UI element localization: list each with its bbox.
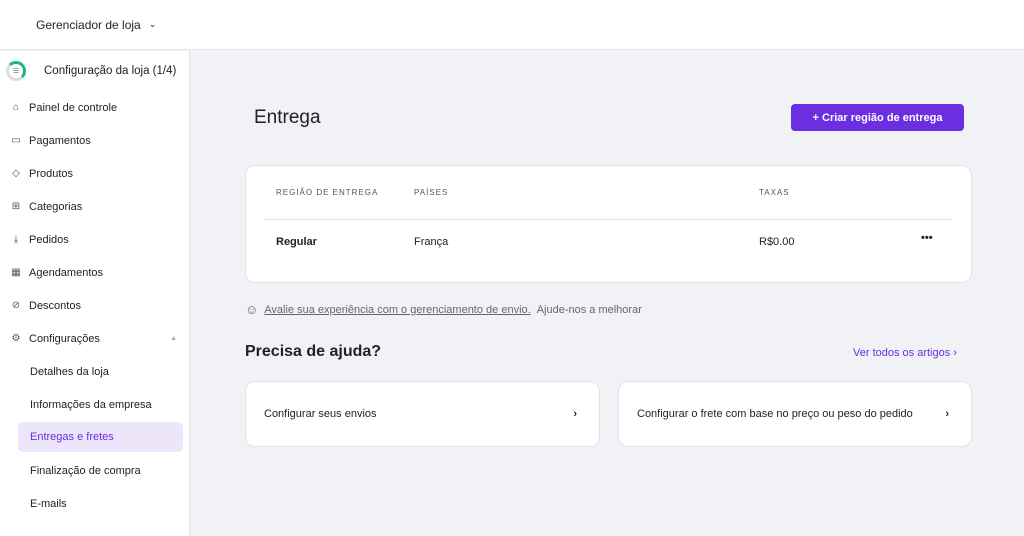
sidebar-item-products[interactable]: ◇ Produtos	[0, 157, 189, 190]
chevron-right-icon: ›	[953, 347, 957, 359]
help-card-shipping-by-price-weight[interactable]: Configurar o frete com base no preço ou …	[618, 381, 972, 447]
help-title: Precisa de ajuda?	[245, 343, 382, 360]
setup-label: Configuração da loja (1/4)	[44, 65, 177, 77]
sidebar-item-discounts[interactable]: ⊘ Descontos	[0, 289, 189, 322]
home-icon: ⌂	[12, 102, 20, 113]
card-icon: ▭	[11, 135, 21, 146]
sidebar-item-categories[interactable]: ⊞ Categorias	[0, 190, 189, 223]
sidebar-item-dashboard[interactable]: ⌂ Painel de controle	[0, 91, 189, 124]
store-setup-progress[interactable]: ☰ Configuração da loja (1/4)	[0, 51, 189, 91]
help-card-label: Configurar seus envios	[264, 408, 377, 420]
sidebar-subitem-emails[interactable]: E-mails	[0, 487, 189, 520]
chevron-right-icon: ›	[573, 408, 577, 420]
feedback-link[interactable]: Avalie sua experiência com o gerenciamen…	[264, 304, 530, 316]
help-card-configure-shipping[interactable]: Configurar seus envios ›	[245, 381, 600, 447]
page-title: Entrega	[254, 107, 321, 128]
tag-icon: ◇	[12, 168, 20, 179]
gear-icon: ⚙	[11, 333, 21, 344]
sidebar: ☰ Configuração da loja (1/4) ⌂ Painel de c…	[0, 51, 190, 536]
download-icon: ⤓	[13, 234, 19, 245]
feedback-text: Ajude-nos a melhorar	[536, 303, 642, 316]
sidebar-item-schedules[interactable]: ▦ Agendamentos	[0, 256, 189, 289]
sidebar-item-label: Pagamentos	[29, 134, 91, 147]
sidebar-item-orders[interactable]: ⤓ Pedidos	[0, 223, 189, 256]
sidebar-item-label: Pedidos	[29, 233, 69, 246]
sidebar-subitem-store-details[interactable]: Detalhes da loja	[0, 355, 189, 388]
column-header-countries: PAÍSES	[414, 188, 449, 197]
region-fees: R$0.00	[759, 236, 795, 248]
sidebar-item-payments[interactable]: ▭ Pagamentos	[0, 124, 189, 157]
sidebar-subitem-shipping[interactable]: Entregas e fretes	[18, 422, 183, 452]
help-card-label: Configurar o frete com base no preço ou …	[637, 408, 913, 420]
sidebar-item-settings[interactable]: ⚙ Configurações ▲	[0, 322, 189, 355]
region-countries: França	[414, 236, 449, 248]
chevron-down-icon[interactable]: ⌄	[149, 19, 157, 30]
smiley-icon: ☺	[245, 302, 259, 317]
grid-icon: ⊞	[11, 201, 21, 212]
discount-icon: ⊘	[11, 300, 21, 311]
store-manager-dropdown[interactable]: Gerenciador de loja	[36, 18, 141, 32]
calendar-icon: ▦	[11, 267, 21, 278]
chevron-right-icon: ›	[945, 408, 949, 420]
chevron-up-icon[interactable]: ▲	[170, 335, 177, 342]
sidebar-item-label: Configurações	[29, 332, 100, 345]
progress-ring-icon: ☰	[6, 61, 26, 81]
sidebar-item-label: Produtos	[29, 167, 74, 180]
sidebar-item-label: Categorias	[29, 200, 83, 213]
all-articles-link[interactable]: Ver todos os artigos ›	[853, 347, 957, 359]
column-header-region: REGIÃO DE ENTREGA	[276, 188, 379, 197]
sidebar-item-label: Painel de controle	[29, 101, 118, 114]
sidebar-item-label: Descontos	[29, 299, 81, 312]
shipping-regions-table: REGIÃO DE ENTREGA PAÍSES TAXAS Regular F…	[245, 165, 972, 283]
column-header-fees: TAXAS	[759, 188, 790, 197]
region-name[interactable]: Regular	[276, 236, 317, 248]
divider	[264, 219, 953, 220]
create-shipping-region-button[interactable]: + Criar região de entrega	[791, 104, 964, 131]
top-bar: Gerenciador de loja ⌄	[0, 0, 1024, 50]
sidebar-subitem-checkout[interactable]: Finalização de compra	[0, 454, 189, 487]
more-options-icon[interactable]: •••	[921, 232, 933, 244]
feedback-row: ☺ Avalie sua experiência com o gerenciam…	[245, 302, 642, 317]
sidebar-subitem-company-info[interactable]: Informações da empresa	[0, 388, 189, 421]
sidebar-item-label: Agendamentos	[29, 266, 103, 279]
all-articles-label: Ver todos os artigos	[853, 347, 951, 359]
